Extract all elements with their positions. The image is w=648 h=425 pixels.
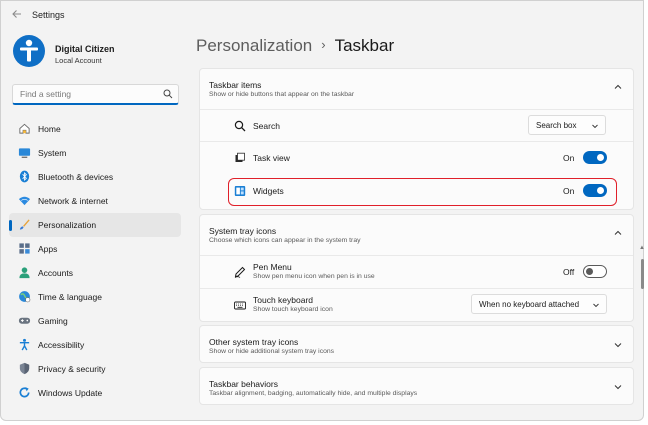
task-view-label: Task view xyxy=(253,153,290,163)
search-icon xyxy=(163,89,173,99)
task-view-state: On xyxy=(563,153,575,163)
accessibility-icon xyxy=(19,338,30,351)
other-tray-section[interactable]: Other system tray icons Show or hide add… xyxy=(199,325,634,363)
shield-icon xyxy=(19,362,30,375)
dropdown-value: When no keyboard attached xyxy=(479,300,580,309)
sidebar-item-apps[interactable]: Apps xyxy=(9,237,181,261)
scroll-up-arrow[interactable]: ▲ xyxy=(639,245,645,251)
sidebar-item-privacy-security[interactable]: Privacy & security xyxy=(9,357,181,381)
section-subtitle: Show or hide buttons that appear on the … xyxy=(209,91,355,98)
section-title: System tray icons xyxy=(209,226,277,236)
sidebar-item-system[interactable]: System xyxy=(9,141,181,165)
touch-keyboard-label: Touch keyboard xyxy=(253,295,314,305)
section-subtitle: Show or hide additional system tray icon… xyxy=(209,348,335,355)
pen-icon xyxy=(234,266,246,278)
breadcrumb-separator: › xyxy=(321,37,326,52)
scrollbar-thumb[interactable] xyxy=(641,259,644,289)
chevron-up-icon xyxy=(614,230,622,235)
search-setting-label: Search xyxy=(253,121,280,131)
update-icon xyxy=(19,387,30,398)
back-button[interactable] xyxy=(9,8,25,24)
section-title: Taskbar behaviors xyxy=(209,379,278,389)
section-title: Other system tray icons xyxy=(209,337,299,347)
title-bar: Settings xyxy=(1,1,643,31)
sidebar-item-network[interactable]: Network & internet xyxy=(9,189,181,213)
avatar xyxy=(13,35,45,67)
touch-keyboard-dropdown[interactable]: When no keyboard attached xyxy=(471,294,607,314)
globe-icon xyxy=(19,291,31,303)
breadcrumb-parent[interactable]: Personalization xyxy=(196,36,312,55)
sidebar-item-label: Network & internet xyxy=(38,196,108,206)
task-view-row: Task view On xyxy=(200,141,633,173)
sidebar-item-windows-update[interactable]: Windows Update xyxy=(9,381,181,405)
sidebar-item-label: Accounts xyxy=(38,268,73,278)
sidebar-item-accessibility[interactable]: Accessibility xyxy=(9,333,181,357)
section-subtitle: Choose which icons can appear in the sys… xyxy=(209,237,361,244)
touch-keyboard-description: Show touch keyboard icon xyxy=(253,306,333,313)
wifi-icon xyxy=(18,196,31,206)
system-icon xyxy=(18,148,31,158)
task-view-icon xyxy=(235,152,245,162)
sidebar-item-label: Gaming xyxy=(38,316,68,326)
back-arrow-icon xyxy=(12,10,21,18)
profile-name: Digital Citizen xyxy=(55,44,115,54)
accounts-icon xyxy=(19,267,30,279)
section-subtitle: Taskbar alignment, badging, automaticall… xyxy=(209,390,418,397)
widgets-highlight-box xyxy=(228,178,617,206)
breadcrumb: Personalization › Taskbar xyxy=(196,36,394,56)
bluetooth-icon xyxy=(19,170,30,183)
sidebar-item-label: Bluetooth & devices xyxy=(38,172,114,182)
sidebar-item-accounts[interactable]: Accounts xyxy=(9,261,181,285)
profile-account-type: Local Account xyxy=(55,56,102,65)
sidebar-item-label: Windows Update xyxy=(38,388,103,398)
user-profile[interactable]: Digital Citizen Local Account xyxy=(13,35,183,81)
home-icon xyxy=(19,123,30,134)
dropdown-value: Search box xyxy=(536,121,577,130)
section-title: Taskbar items xyxy=(209,80,262,90)
system-tray-section: System tray icons Choose which icons can… xyxy=(199,214,634,322)
sidebar-item-time-language[interactable]: Time & language xyxy=(9,285,181,309)
pen-menu-label: Pen Menu xyxy=(253,262,292,272)
search-placeholder: Find a setting xyxy=(20,89,72,99)
chevron-down-icon xyxy=(592,124,598,129)
search-icon xyxy=(234,120,246,132)
search-input[interactable]: Find a setting xyxy=(12,84,179,105)
sidebar-item-label: Time & language xyxy=(38,292,102,302)
sidebar-item-label: Home xyxy=(38,124,61,134)
chevron-up-icon xyxy=(614,84,622,89)
sidebar-item-label: Privacy & security xyxy=(38,364,106,374)
pen-menu-state: Off xyxy=(563,267,575,277)
taskbar-behaviors-section[interactable]: Taskbar behaviors Taskbar alignment, bad… xyxy=(199,367,634,405)
chevron-down-icon xyxy=(593,303,599,308)
chevron-down-icon xyxy=(614,343,622,348)
sidebar-item-label: System xyxy=(38,148,67,158)
sidebar-nav: Home System Bluetooth & devices Network … xyxy=(9,117,181,405)
system-tray-header[interactable]: System tray icons Choose which icons can… xyxy=(200,215,633,251)
brush-icon xyxy=(19,219,30,230)
sidebar-item-label: Accessibility xyxy=(38,340,85,350)
sidebar-item-label: Personalization xyxy=(38,220,97,230)
sidebar-item-gaming[interactable]: Gaming xyxy=(9,309,181,333)
sidebar-item-label: Apps xyxy=(38,244,58,254)
taskbar-items-header[interactable]: Taskbar items Show or hide buttons that … xyxy=(200,69,633,105)
apps-icon xyxy=(19,243,30,254)
pen-menu-row: Pen Menu Show pen menu icon when pen is … xyxy=(200,255,633,287)
pen-menu-toggle[interactable] xyxy=(583,265,607,278)
task-view-toggle[interactable] xyxy=(583,151,607,164)
gamepad-icon xyxy=(18,317,31,324)
sidebar-item-personalization[interactable]: Personalization xyxy=(9,213,181,237)
settings-window: Settings Digital Citizen Local Account F… xyxy=(0,0,645,421)
touch-keyboard-row: Touch keyboard Show touch keyboard icon … xyxy=(200,288,633,320)
pen-menu-description: Show pen menu icon when pen is in use xyxy=(253,273,375,280)
sidebar-item-home[interactable]: Home xyxy=(9,117,181,141)
search-mode-dropdown[interactable]: Search box xyxy=(528,115,606,135)
app-title: Settings xyxy=(32,10,65,20)
keyboard-icon xyxy=(234,301,246,310)
search-setting-row: Search Search box xyxy=(200,109,633,141)
sidebar-item-bluetooth[interactable]: Bluetooth & devices xyxy=(9,165,181,189)
chevron-down-icon xyxy=(614,385,622,390)
page-title: Taskbar xyxy=(334,36,395,55)
